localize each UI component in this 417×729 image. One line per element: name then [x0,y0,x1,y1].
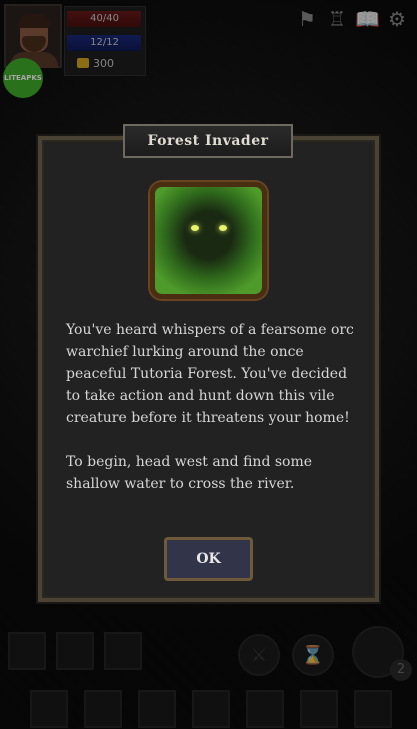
creature-eye-left [191,225,199,231]
forest-creature-icon [150,182,267,299]
creature-eye-right [219,225,227,231]
ok-button[interactable]: OK [164,537,253,581]
quest-description: You've heard whispers of a fearsome orc … [66,319,356,517]
quest-paragraph-1: You've heard whispers of a fearsome orc … [66,322,354,426]
quest-paragraph-2: To begin, head west and find some shallo… [66,454,313,492]
dialog-title: Forest Invader [123,124,293,158]
